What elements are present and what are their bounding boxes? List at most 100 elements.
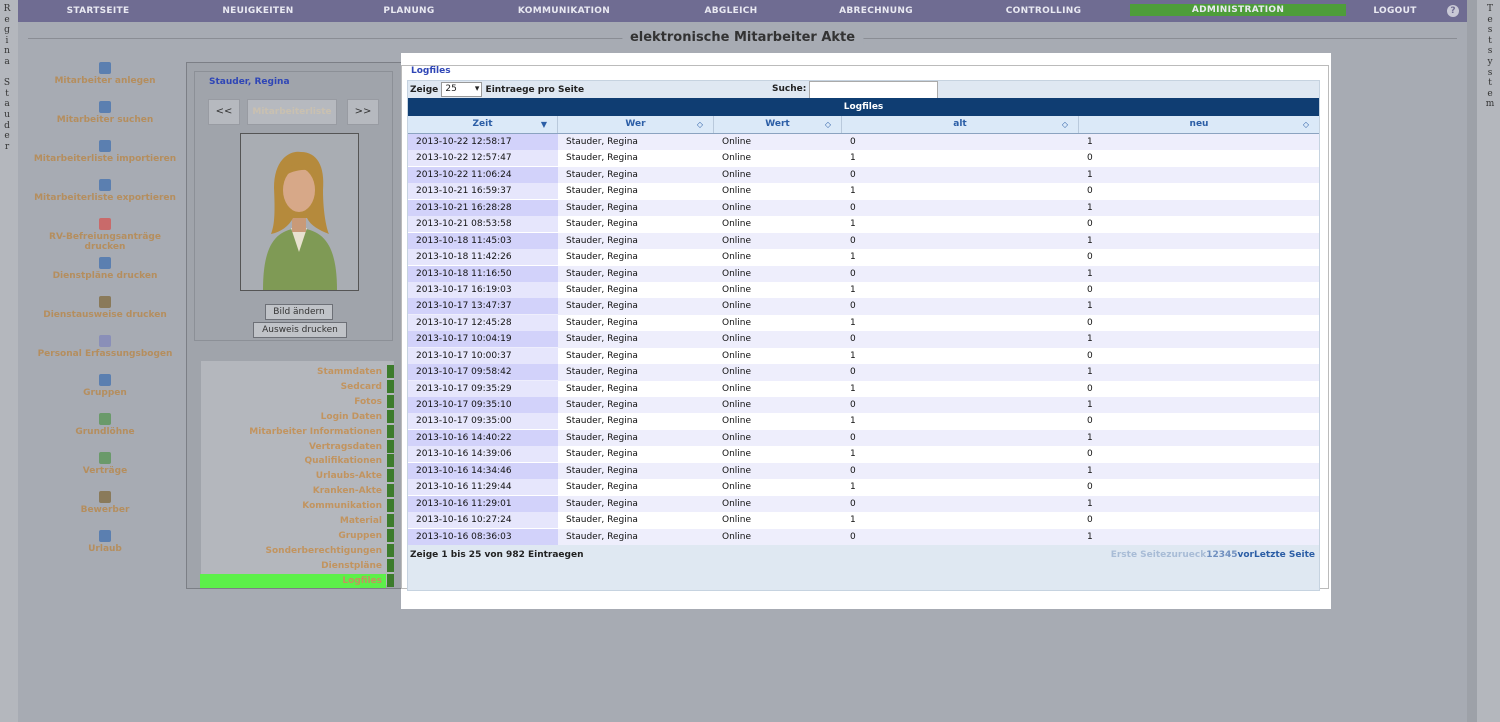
table-row[interactable]: 2013-10-16 08:36:03 Stauder, Regina Online… — [408, 528, 1319, 545]
table-row[interactable]: 2013-10-17 10:04:19 Stauder, Regina Online… — [408, 331, 1319, 348]
left-menu-item[interactable]: Dienstpläne drucken — [32, 257, 178, 296]
tab-gruppen[interactable]: Gruppen — [200, 529, 386, 543]
first-page-button[interactable]: Erste Seite — [1111, 550, 1167, 560]
previous-employee-button[interactable]: << — [208, 99, 240, 125]
nav-abrechnung[interactable]: ABRECHNUNG — [814, 0, 938, 22]
tab-dienstpläne[interactable]: Dienstpläne — [200, 559, 386, 573]
table-cell-alt: 1 — [850, 317, 856, 328]
table-row[interactable]: 2013-10-21 16:59:37 Stauder, Regina Online… — [408, 183, 1319, 200]
nav-abgleich[interactable]: ABGLEICH — [648, 0, 814, 22]
table-cell-alt: 0 — [850, 334, 856, 345]
table-row[interactable]: 2013-10-17 10:00:37 Stauder, Regina Online… — [408, 347, 1319, 365]
tab-login-daten[interactable]: Login Daten — [200, 410, 386, 424]
table-cell-alt: 1 — [850, 153, 856, 164]
logfiles-legend: Logfiles — [409, 66, 453, 76]
table-row[interactable]: 2013-10-16 14:39:06 Stauder, Regina Online… — [408, 446, 1319, 463]
left-menu-label: Grundlöhne — [75, 427, 135, 437]
tab-qualifikationen[interactable]: Qualifikationen — [200, 454, 386, 468]
column-header-neu[interactable]: neu ◇ — [1079, 116, 1319, 133]
nav-administration[interactable]: ADMINISTRATION — [1130, 4, 1346, 16]
table-row[interactable]: 2013-10-16 11:29:44 Stauder, Regina Online… — [408, 479, 1319, 496]
tab-mitarbeiter-informationen[interactable]: Mitarbeiter Informationen — [200, 425, 386, 439]
left-menu-item[interactable]: Dienstausweise drucken — [32, 296, 178, 335]
nav-planung[interactable]: PLANUNG — [338, 0, 480, 22]
table-row[interactable]: 2013-10-18 11:42:26 Stauder, Regina Online… — [408, 249, 1319, 266]
next-page-button[interactable]: vor — [1238, 550, 1255, 560]
table-row[interactable]: 2013-10-21 08:53:58 Stauder, Regina Online… — [408, 216, 1319, 233]
table-cell-wer: Stauder, Regina — [566, 334, 638, 345]
column-header-wert[interactable]: Wert ◇ — [714, 116, 842, 133]
left-menu-item[interactable]: Verträge — [32, 452, 178, 491]
table-row[interactable]: 2013-10-22 12:57:47 Stauder, Regina Online… — [408, 150, 1319, 167]
nav-controlling[interactable]: CONTROLLING — [938, 0, 1149, 22]
column-header-wer[interactable]: Wer ◇ — [558, 116, 714, 133]
tab-marker — [387, 514, 394, 527]
left-menu-item[interactable]: Bewerber — [32, 491, 178, 530]
table-row[interactable]: 2013-10-17 12:45:28 Stauder, Regina Online… — [408, 314, 1319, 332]
tab-kranken-akte[interactable]: Kranken-Akte — [200, 484, 386, 498]
tab-kommunikation[interactable]: Kommunikation — [200, 499, 386, 513]
last-page-button[interactable]: Letzte Seite — [1254, 550, 1315, 560]
page-number-buttons[interactable]: 12345 — [1206, 550, 1237, 560]
table-row[interactable]: 2013-10-21 16:28:28 Stauder, Regina Online… — [408, 199, 1319, 217]
help-icon[interactable]: ? — [1447, 5, 1459, 17]
table-cell-neu: 0 — [1087, 383, 1093, 394]
pagination: Erste Seitezurueck12345vorLetzte Seite — [1111, 550, 1315, 560]
table-row[interactable]: 2013-10-22 11:06:24 Stauder, Regina Online… — [408, 166, 1319, 184]
table-cell-wer: Stauder, Regina — [566, 350, 638, 361]
left-menu-item[interactable]: RV-Befreiungsanträge drucken — [32, 218, 178, 257]
left-menu-item[interactable]: Personal Erfassungsbogen — [32, 335, 178, 374]
table-row[interactable]: 2013-10-17 16:19:03 Stauder, Regina Online… — [408, 281, 1319, 299]
table-cell-wer: Stauder, Regina — [566, 301, 638, 312]
employee-list-button[interactable]: Mitarbeiterliste — [247, 99, 337, 125]
column-header-zeit[interactable]: Zeit ▼ — [408, 116, 558, 133]
left-menu-item[interactable]: Grundlöhne — [32, 413, 178, 452]
tab-sedcard[interactable]: Sedcard — [200, 380, 386, 394]
tab-stammdaten[interactable]: Stammdaten — [200, 365, 386, 379]
table-cell-wer: Stauder, Regina — [566, 449, 638, 460]
table-row[interactable]: 2013-10-16 10:27:24 Stauder, Regina Online… — [408, 512, 1319, 529]
table-row[interactable]: 2013-10-18 11:45:03 Stauder, Regina Online… — [408, 232, 1319, 250]
table-row[interactable]: 2013-10-16 14:34:46 Stauder, Regina Online… — [408, 462, 1319, 480]
left-menu-label: Mitarbeiterliste exportieren — [34, 193, 176, 203]
table-cell-wert: Online — [722, 515, 752, 526]
table-row[interactable]: 2013-10-17 09:35:00 Stauder, Regina Online… — [408, 413, 1319, 430]
left-menu-item[interactable]: Mitarbeiter suchen — [32, 101, 178, 140]
nav-logout[interactable]: LOGOUT — [1353, 0, 1437, 22]
search-input[interactable] — [809, 81, 938, 99]
table-row[interactable]: 2013-10-17 09:58:42 Stauder, Regina Online… — [408, 364, 1319, 381]
column-header-alt[interactable]: alt ◇ — [842, 116, 1079, 133]
table-row[interactable]: 2013-10-22 12:58:17 Stauder, Regina Online… — [408, 134, 1319, 151]
table-cell-alt: 0 — [850, 202, 856, 213]
table-row[interactable]: 2013-10-17 09:35:29 Stauder, Regina Online… — [408, 380, 1319, 397]
system-name-char: T — [1486, 4, 1493, 14]
tab-vertragsdaten[interactable]: Vertragsdaten — [200, 440, 386, 454]
tab-material[interactable]: Material — [200, 514, 386, 528]
change-picture-button[interactable]: Bild ändern — [265, 304, 333, 320]
nav-startseite[interactable]: STARTSEITE — [18, 0, 178, 22]
nav-kommunikation[interactable]: KOMMUNIKATION — [480, 0, 648, 22]
left-menu-item[interactable]: Mitarbeiterliste exportieren — [32, 179, 178, 218]
previous-page-button[interactable]: zurueck — [1166, 550, 1206, 560]
page-length-select[interactable]: 25 — [441, 82, 483, 97]
left-menu-item[interactable]: Mitarbeiterliste importieren — [32, 140, 178, 179]
table-row[interactable]: 2013-10-16 14:40:22 Stauder, Regina Online… — [408, 429, 1319, 447]
table-row[interactable]: 2013-10-17 13:47:37 Stauder, Regina Online… — [408, 298, 1319, 315]
nav-neuigkeiten[interactable]: NEUIGKEITEN — [178, 0, 338, 22]
tab-fotos[interactable]: Fotos — [200, 395, 386, 409]
tab-sonderberechtigungen[interactable]: Sonderberechtigungen — [200, 544, 386, 558]
left-menu-item[interactable]: Gruppen — [32, 374, 178, 413]
table-row[interactable]: 2013-10-18 11:16:50 Stauder, Regina Online… — [408, 265, 1319, 282]
table-row[interactable]: 2013-10-17 09:35:10 Stauder, Regina Online… — [408, 397, 1319, 414]
table-row[interactable]: 2013-10-16 11:29:01 Stauder, Regina Online… — [408, 495, 1319, 513]
next-employee-button[interactable]: >> — [347, 99, 379, 125]
left-menu-item[interactable]: Mitarbeiter anlegen — [32, 62, 178, 101]
print-id-button[interactable]: Ausweis drucken — [253, 322, 347, 338]
tab-logfiles[interactable]: Logfiles — [200, 573, 386, 588]
left-menu-item[interactable]: Urlaub — [32, 530, 178, 569]
system-name-char: e — [1487, 14, 1493, 25]
table-cell-alt: 1 — [850, 284, 856, 295]
tab-urlaubs-akte[interactable]: Urlaubs-Akte — [200, 469, 386, 483]
table-cell-zeit: 2013-10-17 12:45:28 — [408, 314, 558, 331]
table-cell-wer: Stauder, Regina — [566, 400, 638, 410]
